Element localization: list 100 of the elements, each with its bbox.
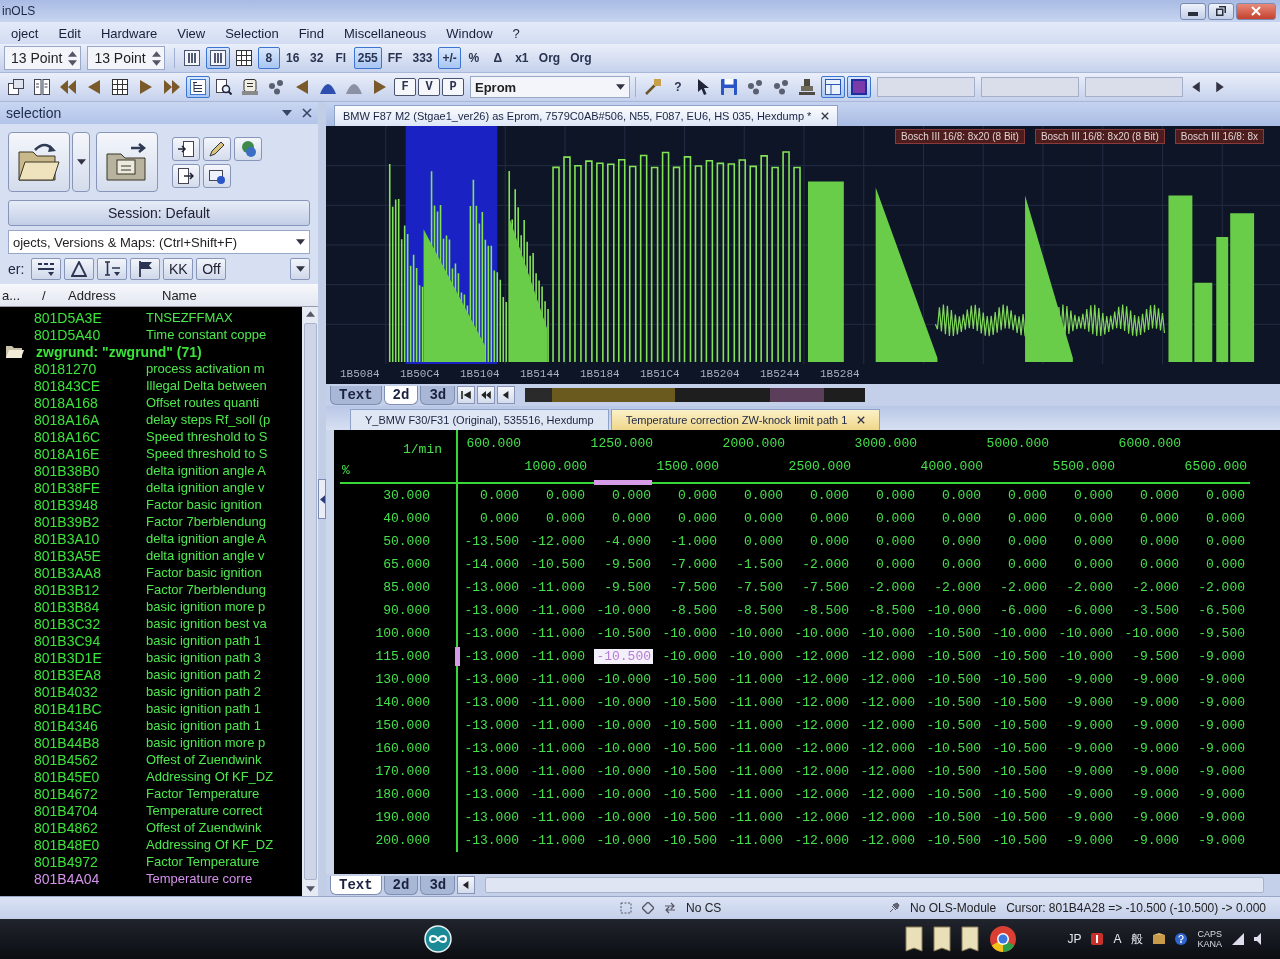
table-cell[interactable]: -11.000: [528, 603, 587, 618]
address-cell[interactable]: 801B3A5E: [34, 547, 138, 564]
point-size-spinner[interactable]: 13 Point: [87, 46, 165, 70]
table-cell[interactable]: -12.000: [792, 833, 851, 848]
column-header[interactable]: a...: [0, 287, 42, 303]
help-circle-icon[interactable]: [1175, 933, 1188, 945]
name-cell[interactable]: Factor 7berblendung: [146, 514, 266, 529]
address-cell[interactable]: 8018A168: [34, 394, 138, 411]
table-cell[interactable]: -9.000: [1130, 764, 1181, 779]
address-cell[interactable]: 8018A16A: [34, 411, 138, 428]
table-cell[interactable]: -9.000: [1130, 787, 1181, 802]
close-icon[interactable]: [821, 112, 830, 120]
table-cell[interactable]: -10.500: [990, 764, 1049, 779]
table-cell[interactable]: 0.000: [1006, 557, 1049, 572]
table-cell[interactable]: 0.000: [1072, 511, 1115, 526]
name-cell[interactable]: Illegal Delta between: [146, 378, 267, 393]
table-cell[interactable]: -9.500: [1130, 649, 1181, 664]
columns-button[interactable]: [205, 47, 230, 69]
table-cell[interactable]: -12.000: [858, 810, 917, 825]
address-cell[interactable]: 801B3C94: [34, 632, 138, 649]
new-page-button[interactable]: [172, 136, 200, 161]
table-cell[interactable]: -10.500: [594, 626, 653, 641]
table-cell[interactable]: -10.000: [990, 626, 1049, 641]
address-cell[interactable]: 801B39B2: [34, 513, 138, 530]
table-cell[interactable]: -10.500: [924, 626, 983, 641]
table-cell[interactable]: -10.000: [1056, 649, 1115, 664]
table-cell[interactable]: 0.000: [1204, 511, 1247, 526]
ring-icon[interactable]: [989, 925, 1018, 953]
filter-button[interactable]: Off: [196, 258, 227, 280]
table-cell[interactable]: -12.000: [792, 695, 851, 710]
name-cell[interactable]: delta ignition angle A: [146, 531, 266, 546]
address-cell[interactable]: 801B38B0: [34, 462, 138, 479]
table-cell[interactable]: -13.000: [462, 695, 521, 710]
name-cell[interactable]: delta ignition angle A: [146, 463, 266, 478]
table-cell[interactable]: -7.500: [734, 580, 785, 595]
table-cell[interactable]: 0.000: [1072, 557, 1115, 572]
table-cell[interactable]: -4.000: [602, 534, 653, 549]
table-cell[interactable]: -6.500: [1196, 603, 1247, 618]
table-cell[interactable]: -10.500: [990, 833, 1049, 848]
table-cell[interactable]: -9.000: [1196, 787, 1247, 802]
table-cell[interactable]: -10.500: [990, 672, 1049, 687]
name-cell[interactable]: Factor basic ignition: [146, 565, 262, 580]
table-cell[interactable]: -10.000: [594, 603, 653, 618]
menu-item[interactable]: Miscellaneous: [334, 23, 436, 43]
toolbar-button[interactable]: Org: [534, 47, 565, 69]
address-cell[interactable]: 801D5A40: [34, 326, 138, 343]
table-cell[interactable]: -9.000: [1196, 810, 1247, 825]
table-cell[interactable]: 0.000: [1006, 488, 1049, 503]
map-tab[interactable]: Temperature correction ZW-knock limit path 1: [610, 409, 881, 430]
table-cell[interactable]: -2.000: [800, 557, 851, 572]
menu-item[interactable]: Edit: [49, 23, 90, 43]
table-cell[interactable]: -7.500: [800, 580, 851, 595]
infinity-icon[interactable]: [424, 925, 452, 953]
square-button[interactable]: [847, 76, 871, 98]
table-cell[interactable]: -9.500: [602, 557, 653, 572]
collapse-button[interactable]: [318, 479, 326, 519]
toolbar-button[interactable]: 16: [281, 47, 304, 69]
network-button[interactable]: [234, 136, 262, 161]
toolbar-button[interactable]: +/-: [438, 47, 461, 69]
scroll-thumb[interactable]: [303, 323, 317, 880]
table-cell[interactable]: -8.500: [668, 603, 719, 618]
table-cell[interactable]: -10.000: [726, 649, 785, 664]
table-cell[interactable]: -11.000: [726, 672, 785, 687]
table-cell[interactable]: -10.500: [924, 764, 983, 779]
name-cell[interactable]: basic ignition more p: [146, 735, 266, 750]
combo-field[interactable]: [981, 77, 1079, 97]
table-cell[interactable]: 0.000: [1138, 488, 1181, 503]
badge-icon[interactable]: [1091, 933, 1104, 945]
input-mode-indicator[interactable]: A: [1113, 932, 1122, 946]
table-cell[interactable]: -10.000: [594, 787, 653, 802]
name-cell[interactable]: basic ignition path 3: [146, 650, 261, 665]
name-cell[interactable]: basic ignition path 2: [146, 667, 261, 682]
table-cell[interactable]: -11.000: [726, 764, 785, 779]
input-mode-indicator[interactable]: 般: [1131, 930, 1144, 948]
table-cell[interactable]: -13.000: [462, 672, 521, 687]
address-cell[interactable]: 801B4862: [34, 819, 138, 836]
name-cell[interactable]: Addressing Of KF_DZ: [146, 769, 274, 784]
table-cell[interactable]: 0.000: [940, 557, 983, 572]
table-cell[interactable]: 0.000: [874, 534, 917, 549]
table-cell[interactable]: -10.500: [660, 672, 719, 687]
table-cell[interactable]: -10.500: [660, 787, 719, 802]
toolbar-button[interactable]: Δ: [486, 47, 509, 69]
address-cell[interactable]: 801B45E0: [34, 768, 138, 785]
table-cell[interactable]: -9.000: [1196, 718, 1247, 733]
table-cell[interactable]: -9.000: [1130, 833, 1181, 848]
table-cell[interactable]: 0.000: [1138, 557, 1181, 572]
table-cell[interactable]: -12.000: [858, 764, 917, 779]
address-cell[interactable]: 801B4704: [34, 802, 138, 819]
name-cell[interactable]: Offest of Zuendwink: [146, 820, 262, 835]
table-cell[interactable]: -9.000: [1130, 718, 1181, 733]
table-cell[interactable]: -12.000: [792, 810, 851, 825]
table-cell[interactable]: -8.500: [866, 603, 917, 618]
table-cell[interactable]: -9.000: [1064, 695, 1115, 710]
table-cell[interactable]: 0.000: [544, 511, 587, 526]
toolbar-button[interactable]: ?: [667, 76, 689, 98]
toolbar-button[interactable]: %: [462, 47, 485, 69]
rewind-button[interactable]: [477, 386, 496, 404]
table-cell[interactable]: -9.000: [1196, 741, 1247, 756]
table-cell[interactable]: 0.000: [940, 534, 983, 549]
name-cell[interactable]: TNSEZFFMAX: [146, 310, 233, 325]
